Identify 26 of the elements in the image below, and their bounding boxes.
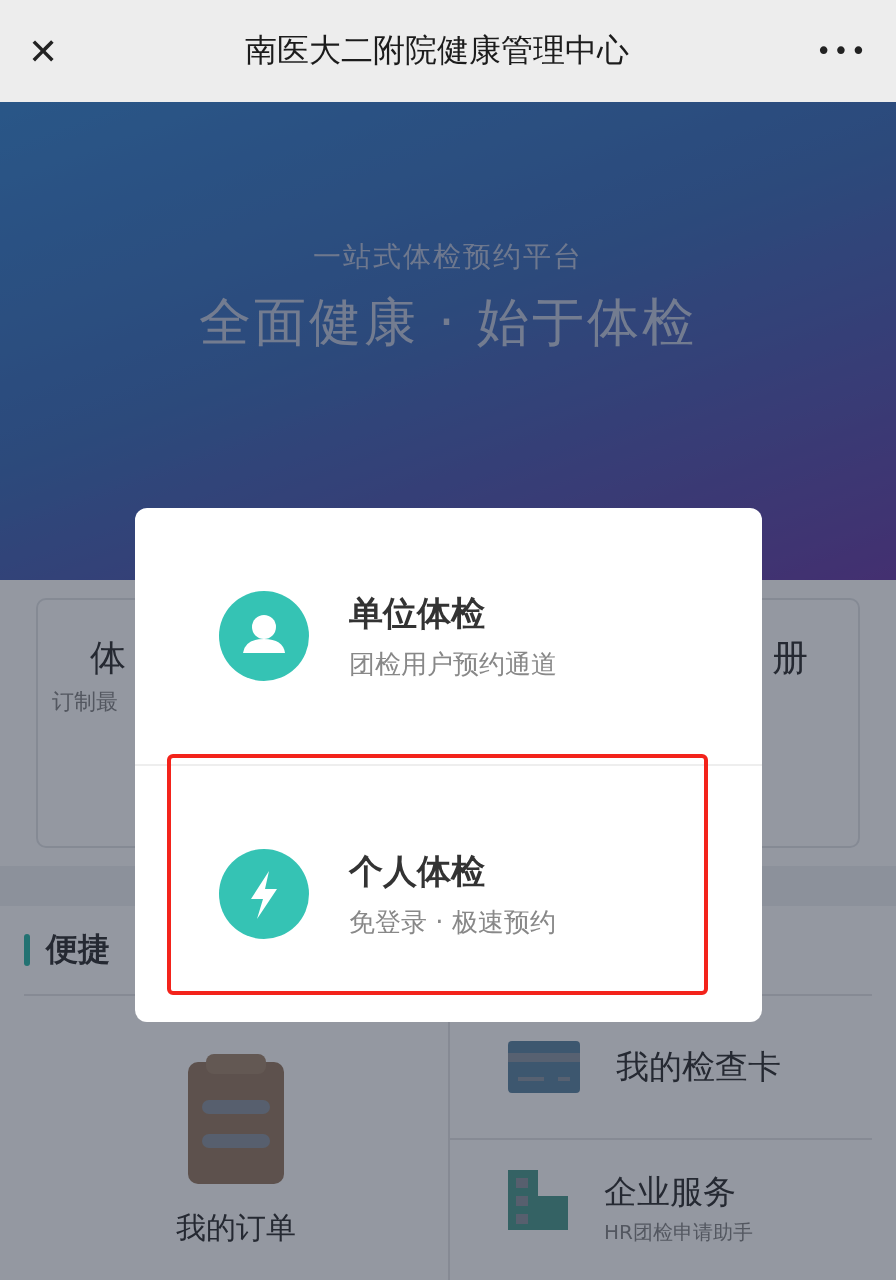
close-button[interactable]: ✕ xyxy=(24,30,63,72)
option-item[interactable]: 个人体检 免登录 · 极速预约 xyxy=(135,764,762,1022)
banner-headline: 全面健康 · 始于体检 xyxy=(198,291,698,354)
option-item[interactable]: 单位体检 团检用户预约通道 xyxy=(135,508,762,764)
clipboard-icon xyxy=(188,1054,284,1184)
card-title: 体 xyxy=(90,636,126,680)
more-button[interactable]: ••• xyxy=(812,36,872,66)
shortcut-item[interactable]: 企业服务 HR团检申请助手 xyxy=(450,1138,872,1280)
banner-subtitle: 一站式体检预约平台 xyxy=(313,239,583,275)
shortcut-label: 我的订单 xyxy=(176,1209,296,1247)
shortcut-label: 我的检查卡 xyxy=(616,1045,781,1088)
option-subtitle: 免登录 · 极速预约 xyxy=(349,905,556,939)
option-title: 单位体检 xyxy=(349,591,486,635)
option-subtitle: 团检用户预约通道 xyxy=(349,647,557,681)
card-subtitle: 订制最 xyxy=(52,688,118,716)
section-title: 便捷 xyxy=(46,929,110,970)
card-icon xyxy=(508,1041,580,1093)
card-title: 册 xyxy=(772,636,808,680)
building-icon xyxy=(508,1170,568,1230)
option-title: 个人体检 xyxy=(349,849,486,893)
lightning-icon xyxy=(219,849,309,939)
shortcut-note: HR团检申请助手 xyxy=(604,1219,753,1246)
person-icon xyxy=(219,591,309,681)
shortcut-label: 企业服务 xyxy=(604,1171,737,1213)
section-marker xyxy=(24,934,30,966)
window-title: 南医大二附院健康管理中心 xyxy=(244,30,631,71)
